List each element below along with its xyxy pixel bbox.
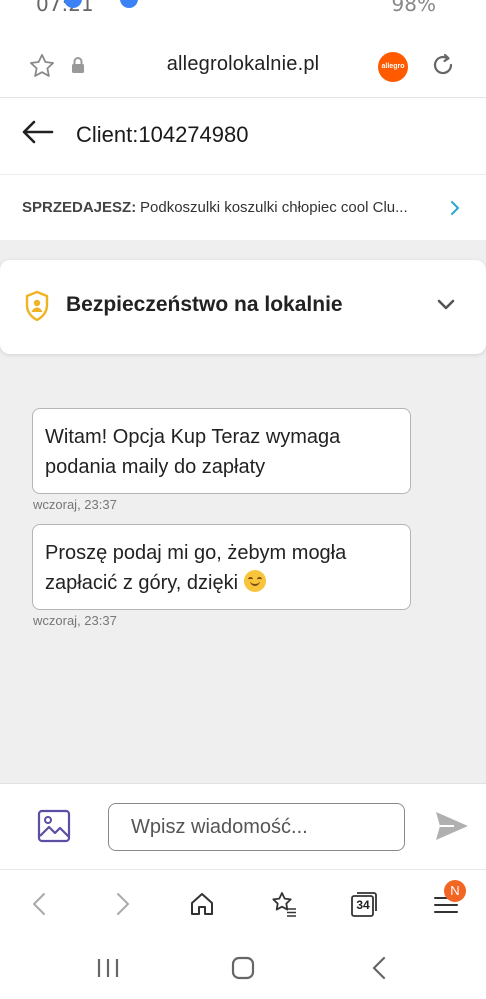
message-time: wczoraj, 23:37 bbox=[33, 613, 117, 628]
back-arrow-icon[interactable] bbox=[20, 118, 56, 146]
menu-notification-badge: N bbox=[444, 880, 466, 902]
android-back-icon[interactable] bbox=[370, 955, 388, 981]
attach-image-icon[interactable] bbox=[36, 808, 72, 844]
safety-title: Bezpieczeństwo na lokalnie bbox=[66, 293, 343, 316]
chat-title: Client:104274980 bbox=[76, 122, 249, 147]
send-icon[interactable] bbox=[434, 810, 470, 842]
item-title: Podkoszulki koszulki chłopiec cool Clu..… bbox=[140, 199, 408, 216]
safety-accordion[interactable]: Bezpieczeństwo na lokalnie bbox=[0, 260, 486, 354]
screen: 07:21 98% allegrolokalnie.pl allegro Cli… bbox=[0, 0, 486, 999]
browser-toolbar: 34 N bbox=[0, 869, 486, 937]
status-bar: 07:21 98% bbox=[0, 0, 486, 26]
recent-apps-icon[interactable] bbox=[96, 957, 120, 979]
chevron-right-icon bbox=[451, 201, 459, 215]
android-home-icon[interactable] bbox=[230, 955, 256, 981]
battery-level: 98% bbox=[391, 0, 436, 16]
seller-label: SPRZEDAJESZ: bbox=[22, 199, 137, 216]
browser-url-bar: allegrolokalnie.pl allegro bbox=[0, 26, 486, 98]
message-composer bbox=[0, 783, 486, 869]
shield-user-icon bbox=[25, 290, 49, 322]
message-text: Proszę podaj mi go, żebym mogła zapłacić… bbox=[45, 542, 347, 594]
message-bubble: Witam! Opcja Kup Teraz wymaga podania ma… bbox=[32, 408, 411, 494]
chevron-down-icon[interactable] bbox=[436, 298, 456, 312]
notification-icon bbox=[120, 0, 138, 8]
message-text: Witam! Opcja Kup Teraz wymaga podania ma… bbox=[45, 426, 341, 478]
browser-forward-icon[interactable] bbox=[108, 890, 136, 918]
tabs-count: 34 bbox=[356, 898, 370, 912]
message-input[interactable] bbox=[108, 803, 405, 851]
message-time: wczoraj, 23:37 bbox=[33, 497, 117, 512]
message-bubble: Proszę podaj mi go, żebym mogła zapłacić… bbox=[32, 524, 411, 610]
android-nav-bar bbox=[0, 937, 486, 999]
allegro-logo-icon[interactable]: allegro bbox=[378, 52, 408, 82]
home-icon[interactable] bbox=[188, 890, 216, 918]
smiling-face-icon bbox=[243, 570, 266, 592]
bookmarks-icon[interactable] bbox=[270, 890, 298, 918]
chat-header: Client:104274980 bbox=[0, 98, 486, 174]
item-link[interactable]: SPRZEDAJESZ: Podkoszulki koszulki chłopi… bbox=[0, 174, 486, 240]
reload-icon[interactable] bbox=[428, 50, 458, 80]
url-text[interactable]: allegrolokalnie.pl bbox=[0, 53, 486, 76]
browser-back-icon[interactable] bbox=[26, 890, 54, 918]
